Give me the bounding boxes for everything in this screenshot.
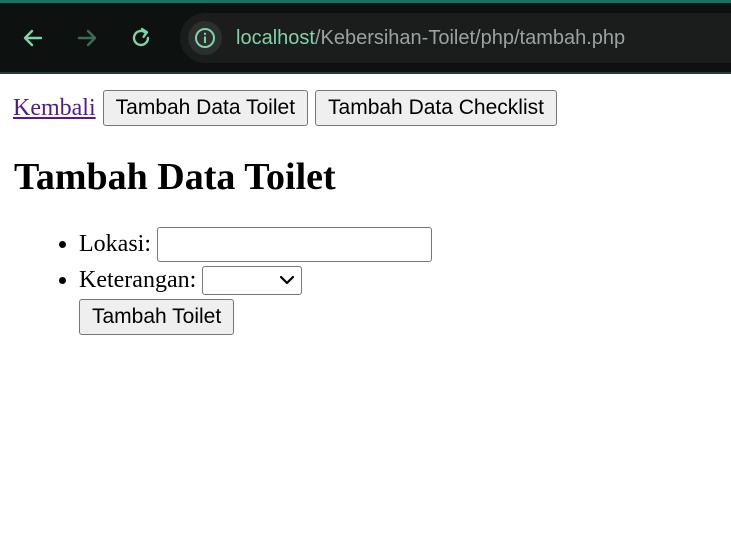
reload-button[interactable] bbox=[126, 23, 156, 53]
kembali-link[interactable]: Kembali bbox=[13, 95, 96, 122]
keterangan-field-row: Keterangan: bbox=[79, 262, 718, 298]
address-bar[interactable]: localhost/Kebersihan-Toilet/php/tambah.p… bbox=[180, 13, 731, 63]
browser-toolbar: localhost/Kebersihan-Toilet/php/tambah.p… bbox=[0, 0, 731, 74]
tambah-data-checklist-button[interactable]: Tambah Data Checklist bbox=[315, 90, 557, 126]
page-content: Kembali Tambah Data Toilet Tambah Data C… bbox=[0, 74, 731, 349]
reload-icon bbox=[132, 27, 150, 47]
keterangan-select[interactable] bbox=[202, 265, 303, 295]
url-host: localhost bbox=[236, 26, 315, 49]
add-toilet-form: Lokasi: Keterangan: Tambah Toilet bbox=[13, 226, 718, 335]
toolbar-divider bbox=[0, 72, 731, 74]
lokasi-field-row: Lokasi: bbox=[79, 226, 718, 262]
arrow-right-icon bbox=[77, 29, 97, 47]
toolbar-accent-line bbox=[0, 0, 731, 3]
page-title: Tambah Data Toilet bbox=[14, 156, 336, 198]
info-icon bbox=[195, 28, 215, 48]
tambah-toilet-submit-button[interactable]: Tambah Toilet bbox=[79, 299, 235, 335]
keterangan-label: Keterangan: bbox=[79, 267, 197, 293]
url-path: /Kebersihan-Toilet/php/tambah.php bbox=[314, 26, 626, 49]
chevron-down-icon bbox=[280, 275, 295, 285]
lokasi-input[interactable] bbox=[157, 226, 432, 262]
forward-button[interactable] bbox=[72, 23, 102, 53]
lokasi-label: Lokasi: bbox=[79, 231, 151, 257]
arrow-left-icon bbox=[23, 29, 43, 47]
tambah-data-toilet-button[interactable]: Tambah Data Toilet bbox=[102, 90, 309, 126]
site-info-button[interactable] bbox=[188, 21, 222, 55]
submit-row: Tambah Toilet bbox=[79, 299, 718, 335]
form-field-list: Lokasi: Keterangan: bbox=[13, 226, 718, 298]
back-button[interactable] bbox=[18, 23, 48, 53]
url-text[interactable]: localhost/Kebersihan-Toilet/php/tambah.p… bbox=[236, 27, 625, 50]
top-navigation: Kembali Tambah Data Toilet Tambah Data C… bbox=[13, 88, 718, 128]
